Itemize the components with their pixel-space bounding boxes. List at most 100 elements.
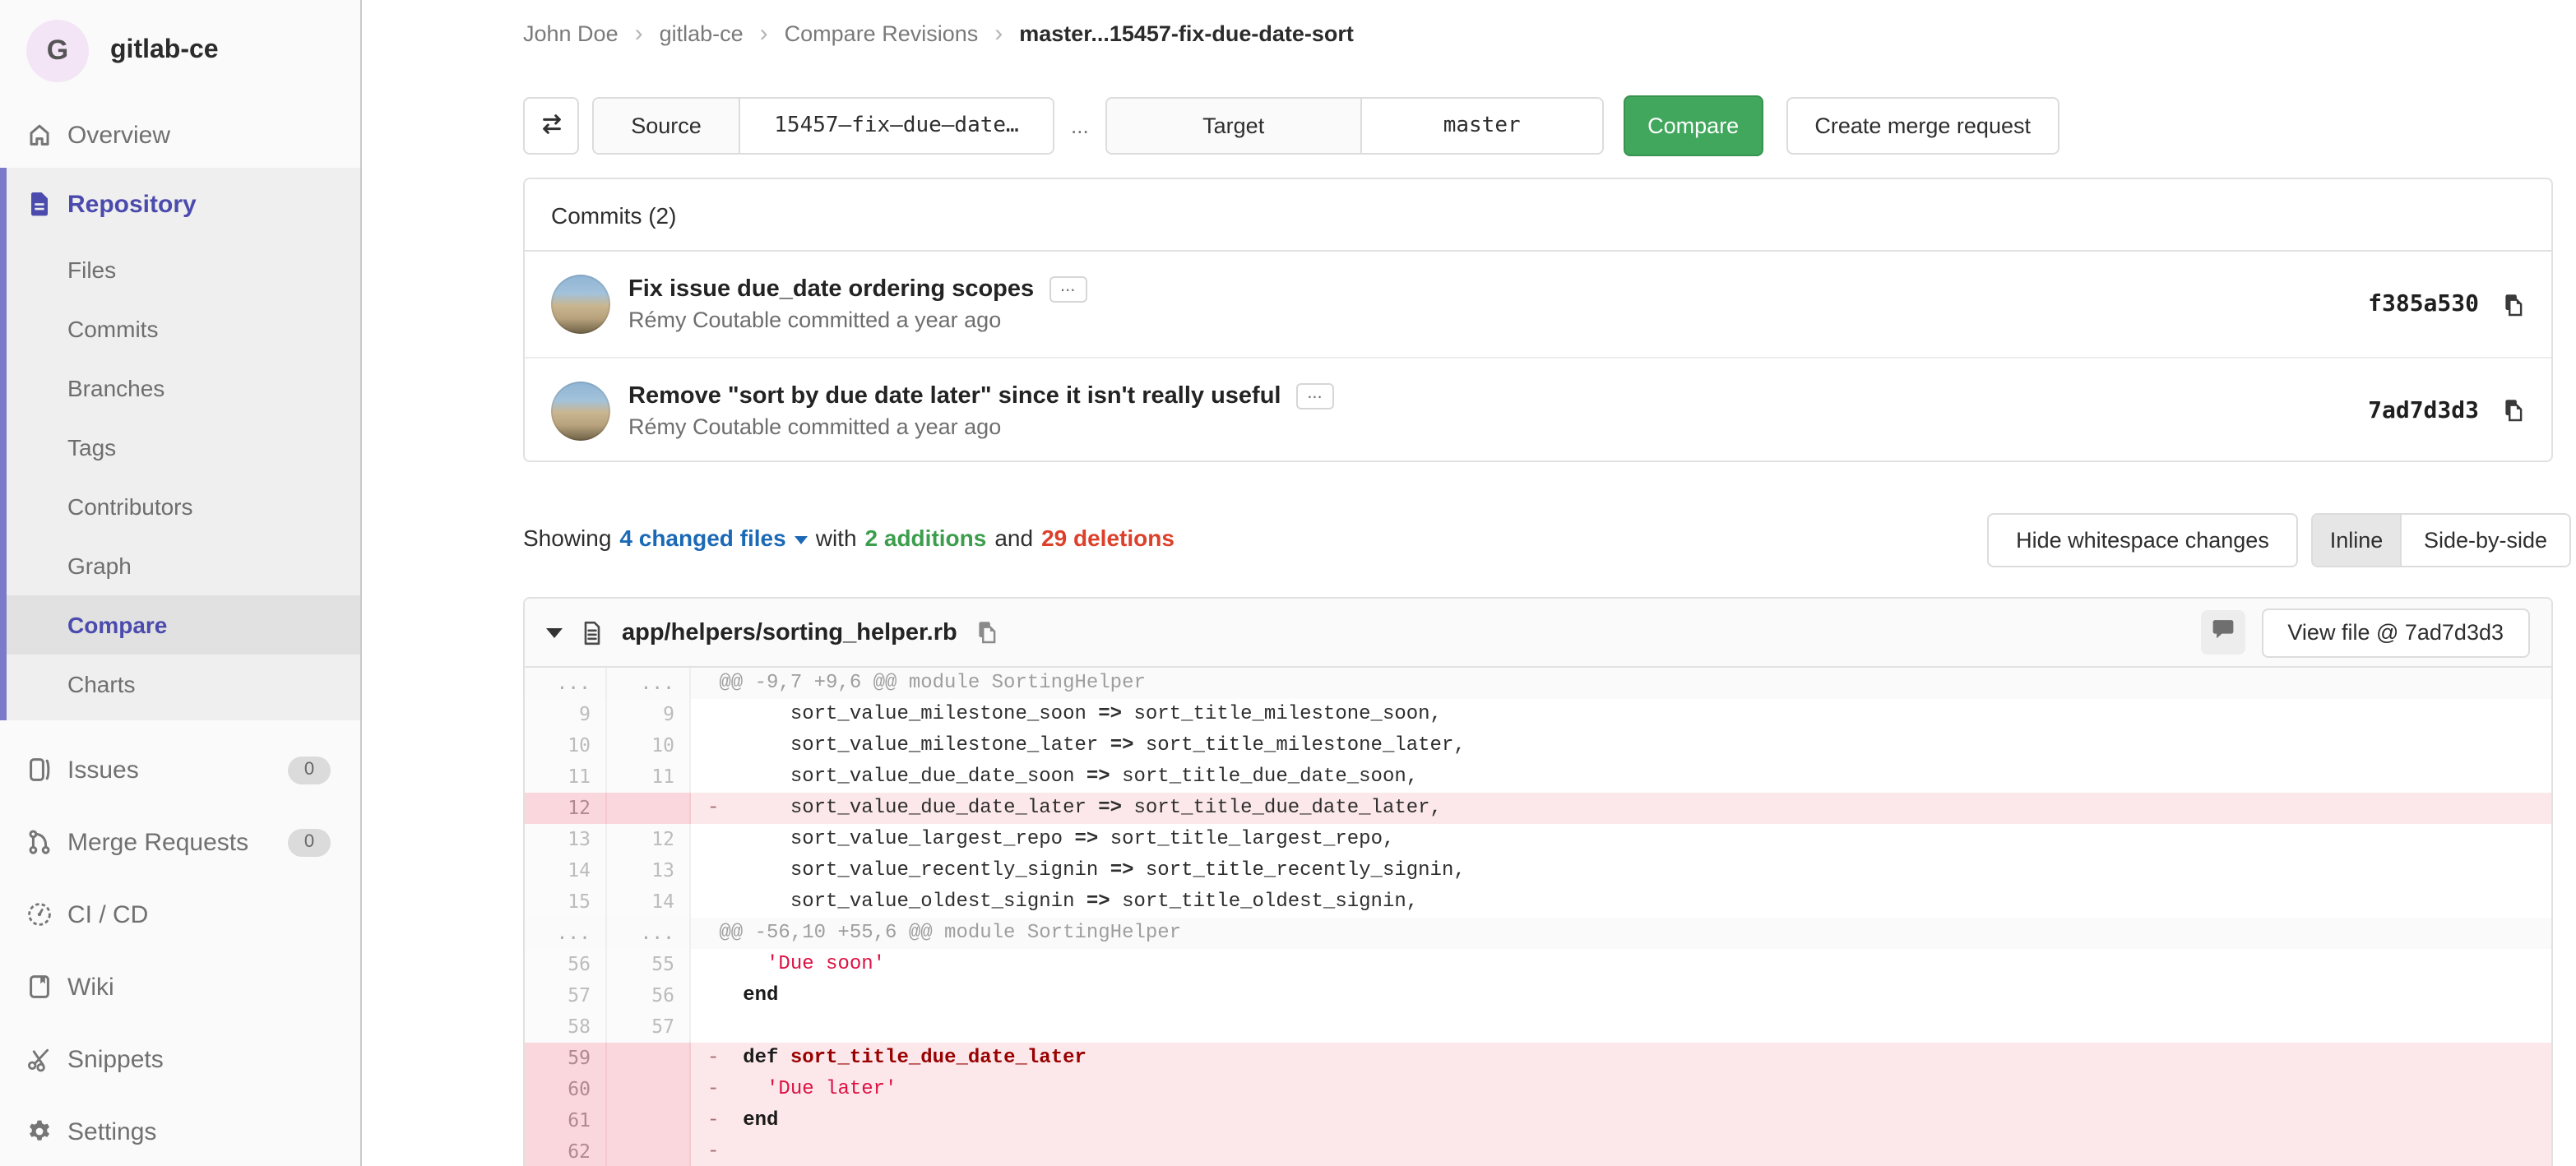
repository-subnav: FilesCommitsBranchesTagsContributorsGrap… — [7, 240, 360, 714]
line-number-old[interactable]: 12 — [525, 793, 607, 824]
code-line: - 'Due later' — [691, 1074, 2551, 1105]
commit-meta: Rémy Coutable committed a year ago — [628, 308, 1086, 332]
view-file-button[interactable]: View file @ 7ad7d3d3 — [2261, 608, 2530, 657]
line-number-old[interactable]: 58 — [525, 1011, 607, 1043]
line-number-old[interactable]: 62 — [525, 1136, 607, 1166]
commit-title[interactable]: Remove "sort by due date later" since it… — [628, 382, 1281, 409]
copy-path-icon[interactable] — [974, 620, 998, 645]
line-number-new[interactable]: 9 — [607, 699, 691, 730]
line-number-new[interactable]: 11 — [607, 761, 691, 793]
line-number-new[interactable]: 56 — [607, 980, 691, 1011]
sidebar-item-compare[interactable]: Compare — [7, 595, 360, 655]
count-badge: 0 — [288, 828, 331, 856]
sidebar-item-branches[interactable]: Branches — [7, 359, 360, 418]
sidebar-item-label: CI / CD — [67, 900, 148, 928]
sidebar-item-graph[interactable]: Graph — [7, 536, 360, 595]
chevron-right-icon: › — [619, 21, 660, 46]
code-line: @@ -56,10 +55,6 @@ module SortingHelper — [691, 918, 2551, 949]
create-merge-request-button[interactable]: Create merge request — [1786, 97, 2059, 155]
line-number-old[interactable]: 14 — [525, 855, 607, 886]
project-header[interactable]: G gitlab-ce — [0, 0, 360, 102]
author-avatar[interactable] — [551, 275, 610, 334]
line-number-new[interactable]: 14 — [607, 886, 691, 918]
diff-summary: Showing 4 changed files with 2 additions… — [523, 525, 1174, 551]
swap-revisions-button[interactable] — [523, 97, 579, 155]
line-number-old[interactable]: 60 — [525, 1074, 607, 1105]
sidebar-item-repository[interactable]: Repository — [7, 168, 360, 240]
line-number-new[interactable] — [607, 1074, 691, 1105]
sidebar-item-label: Issues — [67, 756, 139, 784]
line-number-new[interactable]: 13 — [607, 855, 691, 886]
commit-title[interactable]: Fix issue due_date ordering scopes — [628, 276, 1034, 303]
line-number-new[interactable] — [607, 1136, 691, 1166]
line-number-old[interactable]: 11 — [525, 761, 607, 793]
sidebar-item-snippets[interactable]: Snippets — [0, 1023, 360, 1095]
line-number-old[interactable]: 57 — [525, 980, 607, 1011]
line-number-new[interactable] — [607, 1105, 691, 1136]
commit-sha[interactable]: 7ad7d3d3 — [2368, 397, 2479, 423]
sidebar-item-files[interactable]: Files — [7, 240, 360, 299]
line-number-old[interactable]: 15 — [525, 886, 607, 918]
sidebar-item-merge-requests[interactable]: Merge Requests0 — [0, 806, 360, 878]
file-path: app/helpers/sorting_helper.rb — [622, 619, 957, 645]
line-number-new[interactable]: ... — [607, 918, 691, 949]
breadcrumb-user[interactable]: John Doe — [523, 21, 619, 46]
line-number-old[interactable]: ... — [525, 918, 607, 949]
code-line: sort_value_due_date_soon => sort_title_d… — [691, 761, 2551, 793]
sidebar-item-wiki[interactable]: Wiki — [0, 951, 360, 1023]
line-number-new[interactable] — [607, 793, 691, 824]
copy-sha-icon[interactable] — [2500, 398, 2525, 423]
file-icon — [579, 619, 605, 645]
target-label: Target — [1107, 99, 1362, 153]
side-by-side-view-button[interactable]: Side-by-side — [2402, 515, 2569, 566]
breadcrumb-compare[interactable]: Compare Revisions — [785, 21, 979, 46]
sidebar-item-ci-cd[interactable]: CI / CD — [0, 878, 360, 951]
merge-request-icon — [26, 829, 53, 855]
toggle-comments-button[interactable] — [2200, 610, 2245, 655]
breadcrumb-project[interactable]: gitlab-ce — [660, 21, 744, 46]
line-number-new[interactable]: 55 — [607, 949, 691, 980]
file-diff-panel: app/helpers/sorting_helper.rb View file … — [523, 597, 2553, 1166]
inline-view-button[interactable]: Inline — [2313, 515, 2402, 566]
line-number-new[interactable]: ... — [607, 668, 691, 699]
line-number-new[interactable]: 12 — [607, 824, 691, 855]
sidebar-item-commits[interactable]: Commits — [7, 299, 360, 359]
line-number-new[interactable]: 10 — [607, 730, 691, 761]
line-number-old[interactable]: ... — [525, 668, 607, 699]
hide-whitespace-button[interactable]: Hide whitespace changes — [1987, 513, 2298, 567]
compare-button[interactable]: Compare — [1624, 95, 1763, 156]
line-number-old[interactable]: 59 — [525, 1043, 607, 1074]
breadcrumb: John Doe › gitlab-ce › Compare Revisions… — [523, 21, 1354, 46]
sidebar-item-settings[interactable]: Settings — [0, 1095, 360, 1166]
copy-sha-icon[interactable] — [2500, 292, 2525, 317]
sidebar-item-tags[interactable]: Tags — [7, 418, 360, 477]
source-branch-dropdown[interactable]: 15457–fix–due–date… — [740, 99, 1053, 153]
summary-and: and — [994, 525, 1033, 551]
code-line: sort_value_largest_repo => sort_title_la… — [691, 824, 2551, 855]
breadcrumb-current: master...15457-fix-due-date-sort — [1019, 21, 1354, 46]
sidebar-item-overview[interactable]: Overview — [0, 102, 360, 168]
commit-sha[interactable]: f385a530 — [2368, 291, 2479, 317]
sidebar-item-contributors[interactable]: Contributors — [7, 477, 360, 536]
line-number-old[interactable]: 56 — [525, 949, 607, 980]
sidebar-item-label: Overview — [67, 121, 170, 149]
target-branch-dropdown[interactable]: master — [1362, 99, 1602, 153]
settings-icon — [26, 1118, 53, 1145]
changed-files-dropdown[interactable]: 4 changed files — [619, 525, 807, 551]
diff-row: 12- sort_value_due_date_later => sort_ti… — [525, 793, 2551, 824]
diff-row: 1312 sort_value_largest_repo => sort_tit… — [525, 824, 2551, 855]
line-number-old[interactable]: 61 — [525, 1105, 607, 1136]
author-avatar[interactable] — [551, 381, 610, 440]
line-number-old[interactable]: 10 — [525, 730, 607, 761]
code-line: @@ -9,7 +9,6 @@ module SortingHelper — [691, 668, 2551, 699]
collapse-file-caret-icon[interactable] — [546, 627, 563, 637]
line-number-new[interactable]: 57 — [607, 1011, 691, 1043]
line-number-old[interactable]: 13 — [525, 824, 607, 855]
commit-expand-button[interactable]: ... — [1049, 276, 1086, 303]
sidebar-item-issues[interactable]: Issues0 — [0, 733, 360, 806]
line-number-old[interactable]: 9 — [525, 699, 607, 730]
sidebar-item-charts[interactable]: Charts — [7, 655, 360, 714]
line-number-new[interactable] — [607, 1043, 691, 1074]
commit-expand-button[interactable]: ... — [1296, 382, 1334, 409]
additions-count: 2 additions — [865, 525, 987, 551]
